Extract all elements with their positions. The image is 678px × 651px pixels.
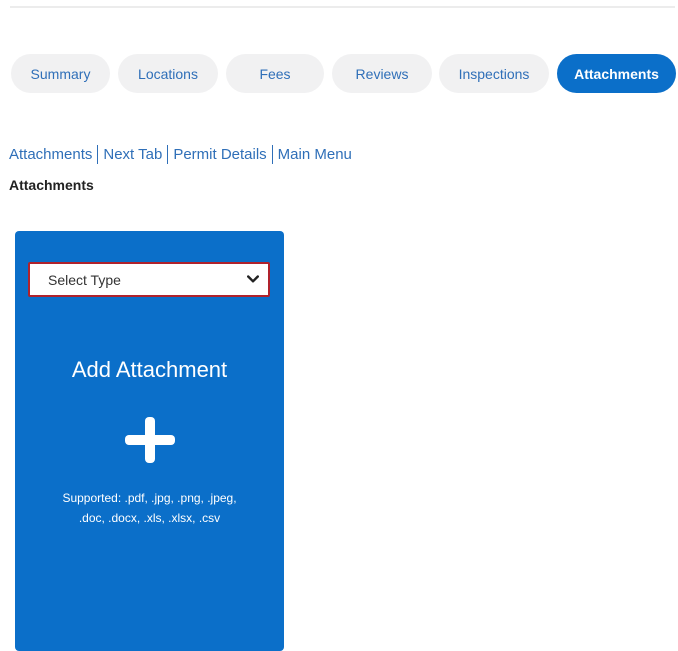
- supported-line-1: Supported: .pdf, .jpg, .png, .jpeg,: [62, 491, 237, 505]
- link-next-tab[interactable]: Next Tab: [103, 146, 162, 163]
- tab-attachments[interactable]: Attachments: [557, 54, 676, 93]
- supported-formats: Supported: .pdf, .jpg, .png, .jpeg, .doc…: [15, 488, 284, 528]
- top-divider: [10, 6, 675, 8]
- link-permit-details[interactable]: Permit Details: [173, 146, 266, 163]
- add-attachment-title: Add Attachment: [71, 357, 228, 382]
- plus-icon[interactable]: [125, 417, 175, 463]
- select-value: Select Type: [48, 271, 121, 288]
- tab-inspections[interactable]: Inspections: [439, 54, 549, 93]
- section-title: Attachments: [9, 177, 94, 193]
- tab-bar: Summary Locations Fees Reviews Inspectio…: [0, 54, 678, 93]
- tab-summary[interactable]: Summary: [11, 54, 110, 93]
- breadcrumb-links: Attachments Next Tab Permit Details Main…: [9, 145, 352, 164]
- link-separator: [271, 145, 273, 164]
- link-separator: [167, 145, 169, 164]
- add-attachment-card[interactable]: Select Type Add Attachment Supported: .p…: [15, 231, 284, 651]
- attachment-type-select[interactable]: Select Type: [28, 262, 270, 297]
- tab-fees[interactable]: Fees: [226, 54, 324, 93]
- link-separator: [97, 145, 99, 164]
- link-attachments[interactable]: Attachments: [9, 146, 92, 163]
- tab-locations[interactable]: Locations: [118, 54, 218, 93]
- tab-reviews[interactable]: Reviews: [332, 54, 432, 93]
- chevron-down-icon: [247, 274, 259, 286]
- supported-line-2: .doc, .docx, .xls, .xlsx, .csv: [78, 511, 221, 525]
- link-main-menu[interactable]: Main Menu: [278, 146, 352, 163]
